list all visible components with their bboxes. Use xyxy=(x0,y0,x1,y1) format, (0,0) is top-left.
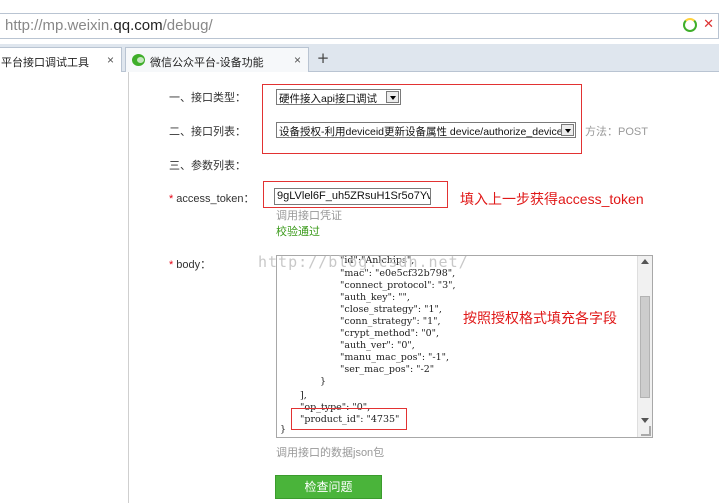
tab-close-icon[interactable]: × xyxy=(107,53,114,67)
code-line: "manu_mac_pos": "-1", xyxy=(340,352,450,363)
code-line: } xyxy=(320,376,327,387)
code-line: } xyxy=(280,424,287,435)
body-label: * body： xyxy=(169,259,212,271)
highlight-box xyxy=(263,181,448,208)
wechat-icon xyxy=(132,54,145,66)
watermark: http://blog.csdn.net/ xyxy=(258,253,469,271)
scroll-up-icon[interactable] xyxy=(641,259,649,264)
highlight-box xyxy=(262,84,582,154)
debug-page: 一、接口类型： 硬件接入api接口调试 二、接口列表： 设备授权-利用devic… xyxy=(0,72,719,503)
token-annotation: 填入上一步获得access_token xyxy=(460,191,644,207)
tab-close-icon[interactable]: × xyxy=(294,53,301,67)
highlight-box xyxy=(291,408,407,430)
sidebar-divider xyxy=(128,72,129,503)
body-hint: 调用接口的数据json包 xyxy=(276,447,385,459)
body-annotation: 按照授权格式填充各字段 xyxy=(463,310,617,326)
token-status: 校验通过 xyxy=(276,226,320,238)
new-tab-button[interactable]: + xyxy=(315,49,331,67)
code-line: "connect_protocol": "3", xyxy=(340,280,456,291)
tab-label: 微信公众平台-设备功能 xyxy=(150,57,264,69)
required-mark: * xyxy=(169,259,174,271)
code-line: "auth_ver": "0", xyxy=(340,340,415,351)
code-line: "auth_key": "", xyxy=(340,292,410,303)
reload-icon[interactable] xyxy=(683,18,698,32)
body-scrollbar[interactable] xyxy=(637,256,652,437)
tab-label: 平台接口调试工具 xyxy=(1,57,89,69)
required-mark: * xyxy=(169,193,174,205)
tab-strip: 平台接口调试工具 × 微信公众平台-设备功能 × + xyxy=(0,44,719,73)
scroll-down-icon[interactable] xyxy=(641,418,649,423)
address-bar: http://mp.weixin.qq.com/debug/ ✕ xyxy=(0,0,719,44)
token-label: * access_token： xyxy=(169,193,255,205)
tab-debug-tool[interactable]: 平台接口调试工具 × xyxy=(0,47,122,73)
url-text: http://mp.weixin.qq.com/debug/ xyxy=(5,17,213,34)
code-line: "conn_strategy": "1", xyxy=(340,316,441,327)
url-field[interactable]: http://mp.weixin.qq.com/debug/ ✕ xyxy=(0,13,719,39)
stop-icon[interactable]: ✕ xyxy=(703,18,714,32)
code-line: "close_strategy": "1", xyxy=(340,304,442,315)
tab-device-functions[interactable]: 微信公众平台-设备功能 × xyxy=(125,47,309,72)
scroll-thumb[interactable] xyxy=(640,296,650,398)
check-button[interactable]: 检查问题 xyxy=(275,475,382,499)
method-text: 方法：POST xyxy=(585,126,648,138)
api-type-label: 一、接口类型： xyxy=(169,92,246,104)
token-hint: 调用接口凭证 xyxy=(276,210,342,222)
resize-handle[interactable] xyxy=(641,426,651,436)
code-line: ], xyxy=(300,390,307,401)
params-label: 三、参数列表： xyxy=(169,160,246,172)
code-line: "ser_mac_pos": "-2" xyxy=(340,364,435,375)
api-list-label: 二、接口列表： xyxy=(169,126,246,138)
code-line: "crypt_method": "0", xyxy=(340,328,440,339)
